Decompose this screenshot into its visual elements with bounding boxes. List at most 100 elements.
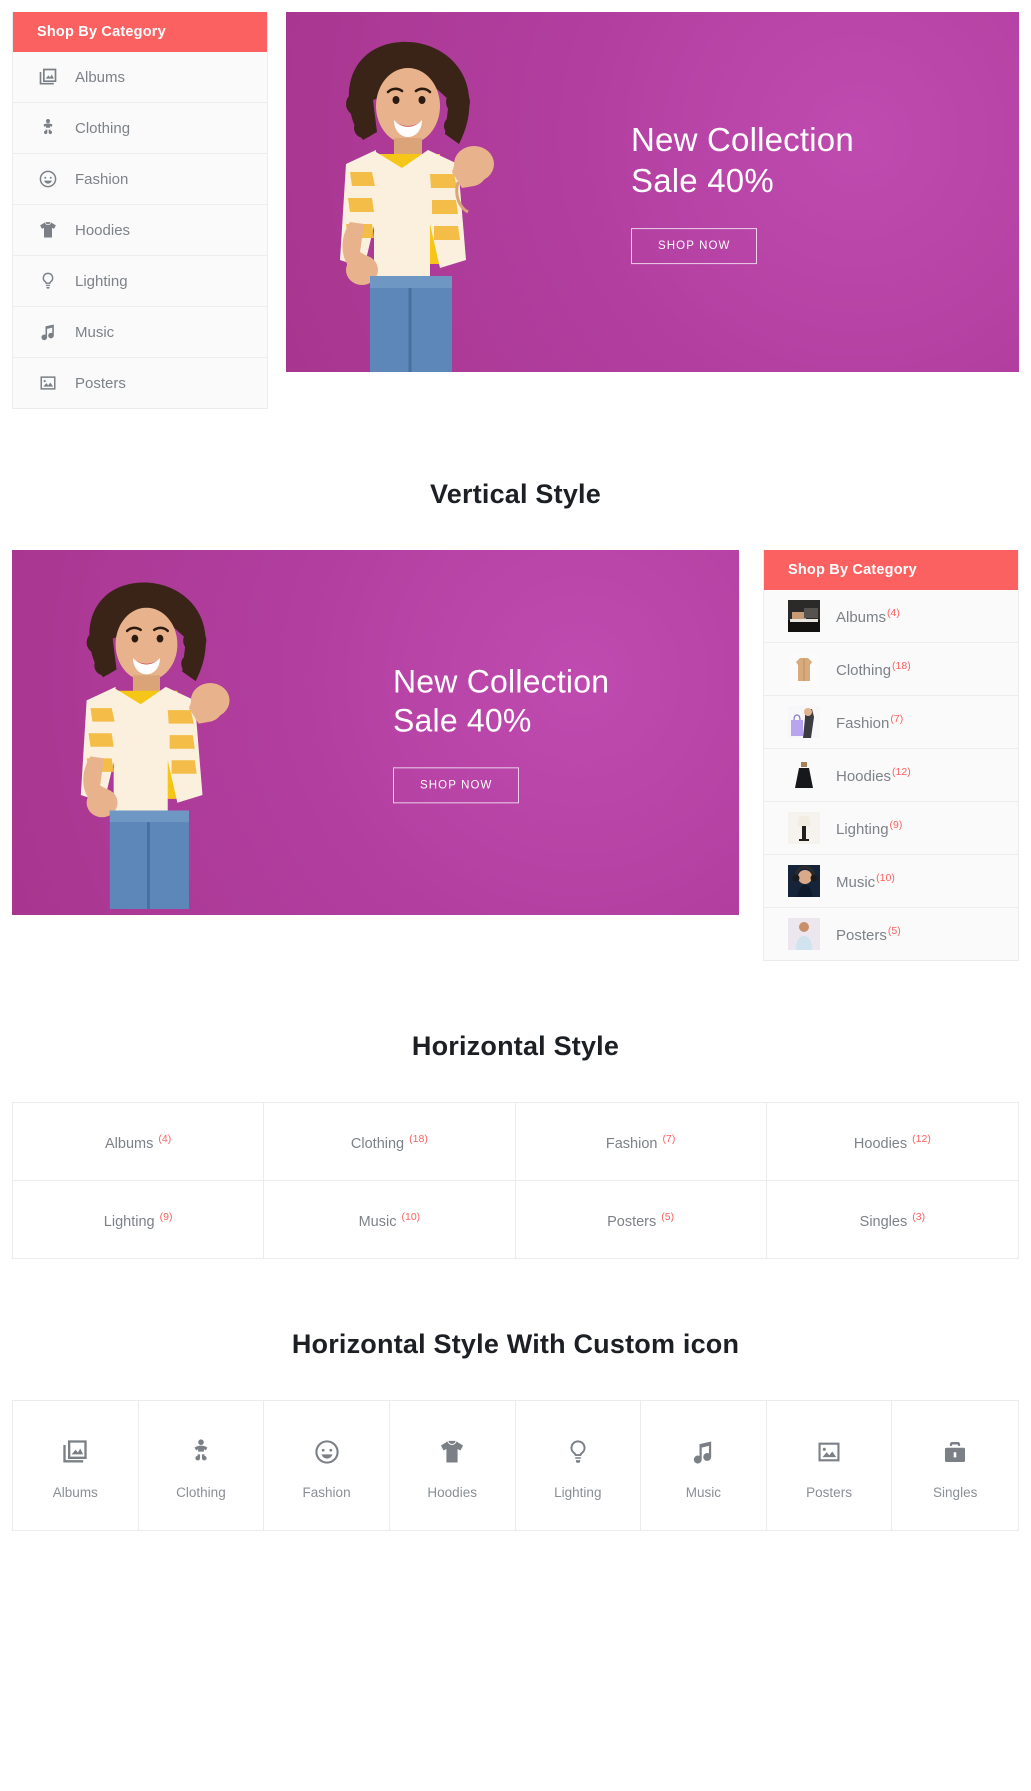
poster-icon xyxy=(773,1435,886,1469)
sidebar-item-clothing[interactable]: Clothing xyxy=(13,103,267,154)
clothing-thumb xyxy=(788,653,820,685)
sidebar-item-posters[interactable]: Posters(5) xyxy=(764,908,1018,960)
grid-item-hoodies[interactable]: Hoodies (12) xyxy=(766,1103,1018,1181)
item-count: (10) xyxy=(876,871,895,884)
sidebar-item-hoodies[interactable]: Hoodies(12) xyxy=(764,749,1018,802)
item-count: (9) xyxy=(889,818,903,831)
sidebar-item-label: Fashion(7) xyxy=(836,712,904,732)
sidebar-item-label: Lighting(9) xyxy=(836,818,903,838)
grid-item-label: Fashion (7) xyxy=(605,1133,676,1152)
sidebar-item-albums[interactable]: Albums xyxy=(13,52,267,103)
fashion-thumb xyxy=(788,706,820,738)
item-count: (5) xyxy=(887,924,901,937)
banner-title: New Collection Sale 40% xyxy=(393,662,610,739)
sidebar-item-label: Hoodies xyxy=(75,221,131,239)
icon-item-posters[interactable]: Posters xyxy=(766,1400,893,1530)
icon-item-singles[interactable]: Singles xyxy=(892,1400,1018,1530)
section-icon-sidebar-banner: Shop By Category Albums Clothing Fashion xyxy=(0,0,1031,409)
icon-item-music[interactable]: Music xyxy=(641,1400,767,1530)
banner-copy: New Collection Sale 40% SHOP NOW xyxy=(631,120,961,264)
sidebar-item-albums[interactable]: Albums(4) xyxy=(764,590,1018,643)
promo-banner-top[interactable]: New Collection Sale 40% SHOP NOW xyxy=(286,12,1019,372)
icon-item-label: Posters xyxy=(806,1484,852,1500)
sidebar-item-label: Posters(5) xyxy=(836,924,901,944)
item-count: (10) xyxy=(401,1210,421,1223)
icon-item-label: Singles xyxy=(933,1484,978,1500)
promo-banner-vertical[interactable]: New Collection Sale 40% SHOP NOW xyxy=(12,550,739,915)
icon-item-hoodies[interactable]: Hoodies xyxy=(389,1400,516,1530)
grid-item-label: Albums (4) xyxy=(105,1133,172,1152)
horizontal-category-grid: Albums (4) Clothing (18) Fashion (7) Hoo… xyxy=(12,1102,1019,1259)
icon-item-lighting[interactable]: Lighting xyxy=(515,1400,642,1530)
horizontal-icon-row: Albums Clothing Fashion Hoodies Lighting xyxy=(12,1399,1019,1531)
item-count: (12) xyxy=(892,765,911,778)
grid-item-posters[interactable]: Posters (5) xyxy=(515,1180,767,1258)
icon-item-label: Fashion xyxy=(302,1484,351,1500)
icon-item-label: Clothing xyxy=(176,1484,226,1500)
sidebar-item-clothing[interactable]: Clothing(18) xyxy=(764,643,1018,696)
smiley-face-icon xyxy=(37,168,59,190)
lightbulb-icon xyxy=(522,1435,635,1469)
icon-item-label: Music xyxy=(685,1484,722,1500)
grid-item-label: Singles (3) xyxy=(859,1210,926,1230)
baby-clothing-icon xyxy=(37,117,59,139)
item-count: (3) xyxy=(912,1210,926,1223)
sidebar-item-label: Lighting xyxy=(75,272,128,290)
music-thumb xyxy=(788,865,820,897)
briefcase-icon xyxy=(898,1435,1012,1469)
albums-icon xyxy=(37,66,59,88)
icon-item-label: Lighting xyxy=(554,1484,602,1500)
sidebar-item-label: Hoodies(12) xyxy=(836,765,911,785)
albums-icon xyxy=(19,1435,132,1469)
sidebar-item-label: Fashion xyxy=(75,170,129,188)
sidebar-item-hoodies[interactable]: Hoodies xyxy=(13,205,267,256)
hoodies-thumb xyxy=(788,759,820,791)
grid-item-clothing[interactable]: Clothing (18) xyxy=(264,1103,516,1181)
section-title-horizontal-custom: Horizontal Style With Custom icon xyxy=(291,1328,740,1359)
item-count: (18) xyxy=(892,659,911,672)
sidebar-item-music[interactable]: Music xyxy=(13,307,267,358)
grid-item-singles[interactable]: Singles (3) xyxy=(766,1180,1018,1258)
sidebar-item-fashion[interactable]: Fashion xyxy=(13,154,267,205)
sidebar-item-lighting[interactable]: Lighting xyxy=(13,256,267,307)
sidebar-item-label: Music(10) xyxy=(836,871,895,891)
icon-item-albums[interactable]: Albums xyxy=(13,1400,139,1530)
grid-item-label: Hoodies (12) xyxy=(853,1133,931,1152)
section-vertical-style: New Collection Sale 40% SHOP NOW Shop By… xyxy=(0,550,1031,961)
section-title-horizontal: Horizontal Style xyxy=(411,1031,620,1061)
icon-item-clothing[interactable]: Clothing xyxy=(138,1400,265,1530)
page-root: Shop By Category Albums Clothing Fashion xyxy=(0,0,1031,1531)
category-sidebar-header: Shop By Category xyxy=(13,12,267,52)
grid-item-fashion[interactable]: Fashion (7) xyxy=(515,1103,767,1181)
item-count: (5) xyxy=(661,1210,675,1223)
sidebar-item-fashion[interactable]: Fashion(7) xyxy=(764,696,1018,749)
icon-item-fashion[interactable]: Fashion xyxy=(264,1400,390,1530)
grid-item-albums[interactable]: Albums (4) xyxy=(13,1103,265,1181)
banner-title: New Collection Sale 40% xyxy=(631,121,854,199)
sidebar-item-posters[interactable]: Posters xyxy=(13,358,267,408)
sidebar-item-music[interactable]: Music(10) xyxy=(764,855,1018,908)
sidebar-item-label: Clothing xyxy=(75,119,131,137)
icon-item-label: Albums xyxy=(52,1484,98,1500)
sidebar-item-lighting[interactable]: Lighting(9) xyxy=(764,802,1018,855)
grid-item-music[interactable]: Music (10) xyxy=(264,1180,516,1258)
grid-item-label: Posters (5) xyxy=(607,1210,675,1230)
grid-item-lighting[interactable]: Lighting (9) xyxy=(13,1180,265,1258)
sidebar-item-label: Music xyxy=(75,323,115,341)
music-note-icon xyxy=(647,1435,760,1469)
item-count: (4) xyxy=(158,1133,172,1145)
lightbulb-icon xyxy=(37,270,59,292)
category-sidebar-icons: Shop By Category Albums Clothing Fashion xyxy=(12,12,268,409)
shop-now-button[interactable]: SHOP NOW xyxy=(393,767,520,804)
poster-icon xyxy=(37,372,59,394)
model-photo xyxy=(80,582,230,909)
model-photo xyxy=(340,41,494,372)
sidebar-item-label: Albums(4) xyxy=(836,606,900,626)
item-count: (12) xyxy=(912,1133,931,1145)
shop-now-button[interactable]: SHOP NOW xyxy=(631,227,758,264)
section-title-vertical: Vertical Style xyxy=(430,479,601,509)
category-sidebar-header: Shop By Category xyxy=(764,550,1018,590)
item-count: (9) xyxy=(159,1210,173,1223)
albums-thumb xyxy=(788,600,820,632)
grid-item-label: Music (10) xyxy=(358,1210,421,1230)
